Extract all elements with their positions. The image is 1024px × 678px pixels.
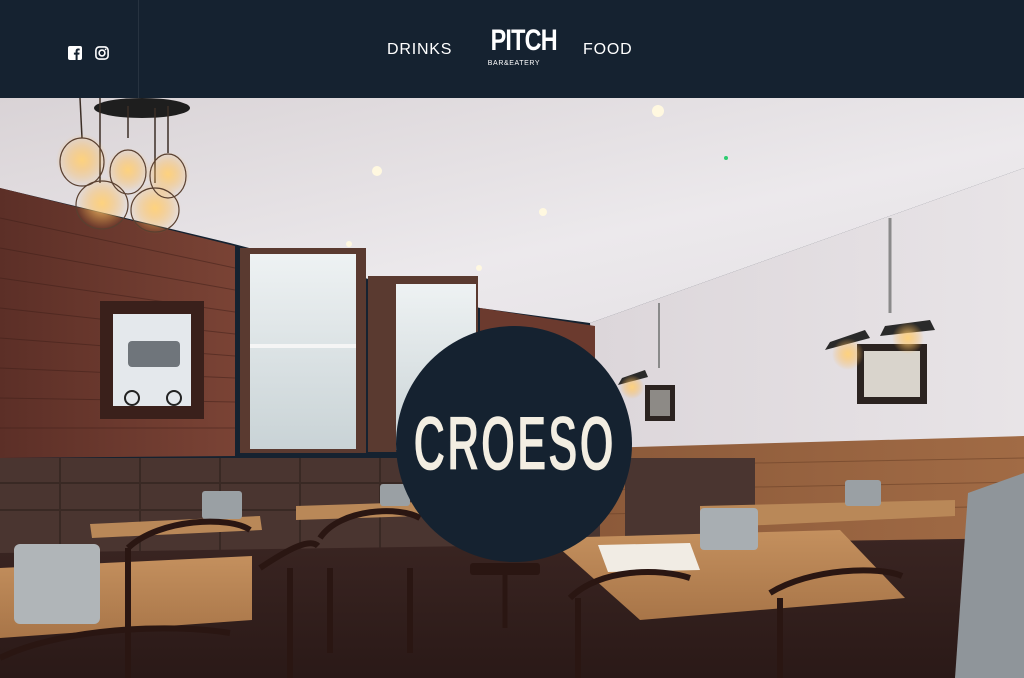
logo-wordmark: PITCH <box>490 24 558 57</box>
facebook-icon[interactable] <box>68 46 82 60</box>
nav-food-link[interactable]: FOOD <box>583 41 632 59</box>
logo-tagline: BAR&EATERY <box>487 60 541 67</box>
croeso-badge: CROESO <box>396 326 632 562</box>
instagram-icon[interactable] <box>95 46 109 60</box>
hero-section: CROESO <box>0 98 1024 678</box>
pitch-logo[interactable]: PITCH BAR&EATERY <box>484 24 558 72</box>
social-links <box>0 0 139 98</box>
site-header: DRINKS PITCH BAR&EATERY FOOD <box>0 0 1024 98</box>
badge-text: CROESO <box>412 400 616 488</box>
nav-drinks-link[interactable]: DRINKS <box>387 41 452 59</box>
